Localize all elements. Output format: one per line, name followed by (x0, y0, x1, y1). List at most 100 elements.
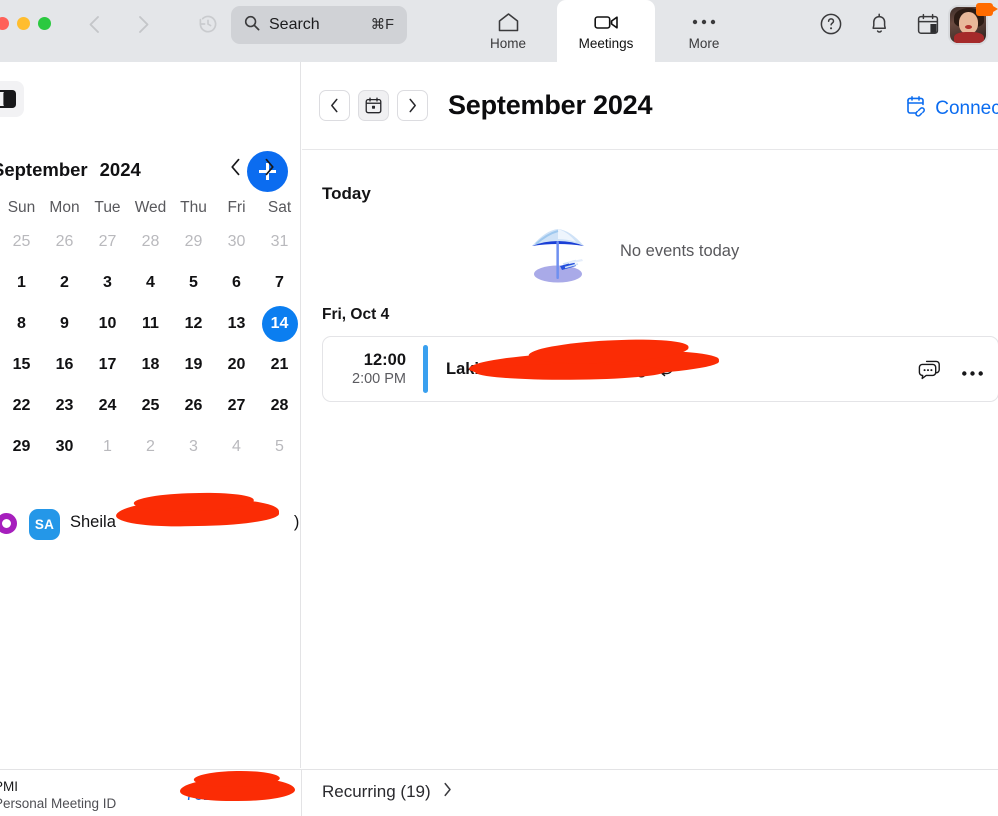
calendar-day-cell[interactable]: 28 (129, 221, 172, 262)
calendar-day-cell[interactable]: 18 (129, 344, 172, 385)
calendar-day-number: 9 (60, 314, 69, 332)
maximize-window-button[interactable] (38, 17, 51, 30)
calendar-day-today[interactable]: 14 (258, 303, 301, 344)
calendar-day-number: 28 (141, 232, 160, 250)
calendar-day-cell[interactable]: 30 (43, 426, 86, 467)
calendar-day-cell[interactable]: 20 (215, 344, 258, 385)
calendar-day-cell[interactable]: 27 (215, 385, 258, 426)
calendar-day-number: 25 (141, 396, 160, 414)
calendar-day-cell[interactable]: 2 (129, 426, 172, 467)
calendar-day-cell[interactable]: 11 (129, 303, 172, 344)
meeting-card[interactable]: 12:00 2:00 PM Lakin Consulting Meeting (322, 336, 998, 402)
calendar-day-number: 14 (261, 305, 298, 342)
calendar-day-cell[interactable]: 26 (172, 385, 215, 426)
calendar-day-cell[interactable]: 4 (215, 426, 258, 467)
calendar-prev-icon[interactable] (230, 158, 241, 181)
calendar-day-cell[interactable]: 1 (0, 262, 43, 303)
recurring-meetings-button[interactable]: Recurring (19) (322, 782, 452, 802)
calendar-month-label: September (0, 159, 88, 180)
calendar-day-number: 26 (55, 232, 74, 250)
meeting-more-options-icon[interactable] (961, 364, 984, 382)
calendar-day-cell[interactable]: 2 (43, 262, 86, 303)
calendar-day-cell[interactable]: 9 (43, 303, 86, 344)
forward-icon[interactable] (138, 15, 150, 34)
calendar-day-number: 1 (17, 273, 26, 291)
zoom-app-window: Search ⌘F Home Meetings More September 2… (0, 0, 998, 816)
calendar-day-number: 26 (184, 396, 203, 414)
calendar-year-label: 2024 (99, 159, 141, 180)
user-avatar[interactable] (948, 3, 998, 49)
calendar-day-header: Mon (49, 199, 80, 216)
tab-more-label: More (688, 36, 720, 51)
calendar-day-cell[interactable]: 31 (258, 221, 301, 262)
close-window-button[interactable] (0, 17, 9, 30)
previous-month-button[interactable] (319, 90, 350, 121)
calendar-day-cell[interactable]: 8 (0, 303, 43, 344)
tab-more[interactable]: More (655, 0, 753, 62)
meeting-accent-bar (423, 345, 428, 393)
calendar-day-cell[interactable]: 25 (0, 221, 43, 262)
no-events-empty-state: No events today (524, 218, 998, 284)
calendar-icon[interactable] (916, 12, 940, 41)
calendar-day-cell[interactable]: 23 (43, 385, 86, 426)
help-icon[interactable] (819, 12, 843, 41)
calendar-day-cell[interactable]: 3 (172, 426, 215, 467)
calendar-day-cell[interactable]: 16 (43, 344, 86, 385)
calendar-day-cell[interactable]: 27 (86, 221, 129, 262)
connect-label: Connect (935, 97, 998, 119)
calendar-day-cell[interactable]: 19 (172, 344, 215, 385)
calendar-day-cell[interactable]: 1 (86, 426, 129, 467)
tab-meetings[interactable]: Meetings (557, 0, 655, 62)
calendar-day-cell[interactable]: 28 (258, 385, 301, 426)
in-meeting-status-icon (976, 3, 998, 16)
calendar-day-cell[interactable]: 17 (86, 344, 129, 385)
calendar-day-cell[interactable]: 3 (86, 262, 129, 303)
minimize-window-button[interactable] (17, 17, 30, 30)
calendar-day-cell[interactable]: 22 (0, 385, 43, 426)
tab-meetings-label: Meetings (578, 36, 634, 51)
calendar-day-number: 10 (98, 314, 117, 332)
calendar-day-cell[interactable]: 7 (258, 262, 301, 303)
history-clock-icon[interactable] (197, 13, 219, 35)
calendar-day-cell[interactable]: 21 (258, 344, 301, 385)
today-calendar-button[interactable] (358, 90, 389, 121)
calendar-day-cell[interactable]: 4 (129, 262, 172, 303)
header-action-icons (819, 11, 940, 41)
tab-home-label: Home (489, 36, 526, 51)
recurring-label: Recurring (19) (322, 782, 431, 801)
personal-meeting-id-block[interactable]: PMI Personal Meeting ID (0, 779, 116, 812)
avatar-scarf (954, 32, 984, 43)
calendar-day-cell[interactable]: 26 (43, 221, 86, 262)
calendar-day-number: 4 (232, 437, 241, 455)
connect-calendar-button[interactable]: Connect (905, 94, 998, 123)
meetings-main-panel: September 2024 Connect Today (302, 62, 998, 768)
calendar-day-cell[interactable]: 30 (215, 221, 258, 262)
calendar-day-cell[interactable]: 5 (172, 262, 215, 303)
calendar-day-cell[interactable]: 25 (129, 385, 172, 426)
calendar-day-header: Wed (134, 199, 167, 216)
calendar-day-cell[interactable]: 12 (172, 303, 215, 344)
calendar-day-cell[interactable]: 5 (258, 426, 301, 467)
next-month-button[interactable] (397, 90, 428, 121)
back-icon[interactable] (88, 15, 100, 34)
calendar-day-cell[interactable]: 13 (215, 303, 258, 344)
search-input[interactable]: Search ⌘F (231, 6, 407, 44)
calendar-day-number: 30 (55, 437, 74, 455)
calendar-day-cell[interactable]: 10 (86, 303, 129, 344)
calendar-day-cell[interactable]: 29 (172, 221, 215, 262)
calendar-day-cell[interactable]: 6 (215, 262, 258, 303)
calendar-day-number: 28 (270, 396, 289, 414)
sidebar-top (0, 62, 300, 137)
meeting-actions (918, 359, 984, 386)
toggle-sidebar-icon[interactable] (0, 81, 24, 117)
calendar-day-number: 20 (227, 355, 246, 373)
calendar-next-icon[interactable] (264, 158, 275, 181)
bell-icon[interactable] (868, 11, 891, 41)
calendar-day-number: 25 (12, 232, 31, 250)
tab-home[interactable]: Home (459, 0, 557, 62)
calendar-day-cell[interactable]: 24 (86, 385, 129, 426)
sidebar: September 2024 Sun Mon Tue Wed Thu Fri Sat 25 26… (0, 62, 301, 768)
calendar-day-cell[interactable]: 29 (0, 426, 43, 467)
chat-bubbles-icon[interactable] (918, 359, 942, 386)
calendar-day-cell[interactable]: 15 (0, 344, 43, 385)
